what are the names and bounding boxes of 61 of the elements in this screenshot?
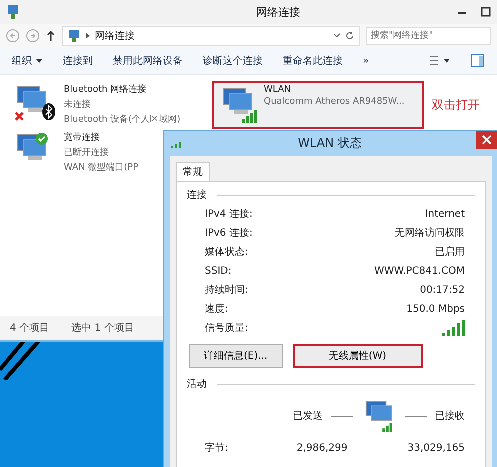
dropdown-caret-icon[interactable] (333, 33, 341, 39)
section-heading: 连接 (187, 188, 207, 202)
field-value: Internet (425, 208, 465, 220)
up-button[interactable] (46, 30, 56, 42)
field-label: 媒体状态: (205, 246, 248, 259)
connection-device: Qualcomm Atheros AR9485W... (264, 97, 405, 107)
field-value: WWW.PC841.COM (374, 266, 465, 276)
bytes-label: 字节: (205, 442, 228, 455)
caret-icon (36, 58, 43, 64)
status-text: 选中 1 个项目 (72, 322, 134, 335)
field-label: SSID: (205, 266, 232, 276)
address-bar[interactable]: 网络连接 (62, 26, 360, 46)
preview-pane-icon[interactable] (471, 54, 485, 68)
connection-item[interactable]: WLAN Qualcomm Atheros AR9485W... (212, 81, 424, 129)
connection-status: 未连接 (64, 98, 92, 111)
maximize-icon[interactable] (481, 7, 491, 17)
toolbar-button[interactable]: » (363, 56, 370, 66)
field-label: IPv6 连接: (205, 226, 253, 240)
status-text: 4 个项目 (10, 322, 50, 335)
network-icon (6, 4, 20, 20)
connection-status: 已断开连接 (64, 146, 110, 159)
field-label: 信号质量: (205, 322, 248, 335)
received-label: 已接收 (435, 410, 465, 423)
sent-label: 已发送 (293, 410, 323, 423)
chevron-right-icon (85, 32, 91, 40)
section-heading: 活动 (187, 378, 207, 391)
network-icon (67, 29, 81, 43)
connection-device: Bluetooth 设备(个人区域网) (64, 114, 181, 126)
toolbar-button[interactable]: 组织 (12, 54, 43, 68)
connection-name: Bluetooth 网络连接 (64, 84, 148, 96)
field-value: 无网络访问权限 (395, 226, 465, 240)
toolbar-button[interactable]: 连接到 (63, 54, 93, 68)
search-field[interactable]: 搜索"网络连接" (366, 27, 491, 45)
view-options-icon[interactable] (429, 55, 451, 67)
toolbar-button[interactable]: 重命名此连接 (283, 54, 343, 68)
bytes-received: 33,029,165 (408, 442, 465, 454)
dialog-button[interactable]: 详细信息(E)... (189, 344, 283, 368)
field-label: 速度: (205, 302, 228, 316)
dialog-button[interactable]: 无线属性(W) (292, 344, 423, 368)
dialog-title: WLAN 状态 (297, 135, 363, 152)
toolbar-button[interactable]: 诊断这个连接 (203, 54, 263, 68)
address-text: 网络连接 (95, 30, 135, 43)
connection-item[interactable]: Bluetooth 网络连接 未连接 Bluetooth 设备(个人区域网) (8, 81, 204, 129)
close-button[interactable] (476, 131, 497, 149)
field-value: 00:17:52 (420, 284, 465, 296)
refresh-icon[interactable] (345, 31, 355, 41)
field-value: 已启用 (435, 246, 465, 259)
bluetooth-icon (42, 103, 56, 121)
connection-name: WLAN (264, 85, 292, 95)
general-tab[interactable]: 常规 (176, 162, 210, 181)
connection-device: WAN 微型端口(PP (64, 162, 139, 174)
field-label: IPv4 连接: (205, 208, 253, 221)
signal-strength-icon (441, 319, 465, 337)
bytes-sent: 2,986,299 (296, 442, 348, 454)
annotation-label: 双击打开 (432, 97, 480, 114)
field-value: 150.0 Mbps (406, 304, 465, 314)
window-title: 网络连接 (256, 4, 302, 20)
toolbar-button[interactable]: 禁用此网络设备 (113, 54, 183, 68)
field-label: 持续时间: (205, 284, 248, 297)
connection-name: 宽带连接 (64, 132, 101, 144)
close-icon (482, 135, 492, 145)
